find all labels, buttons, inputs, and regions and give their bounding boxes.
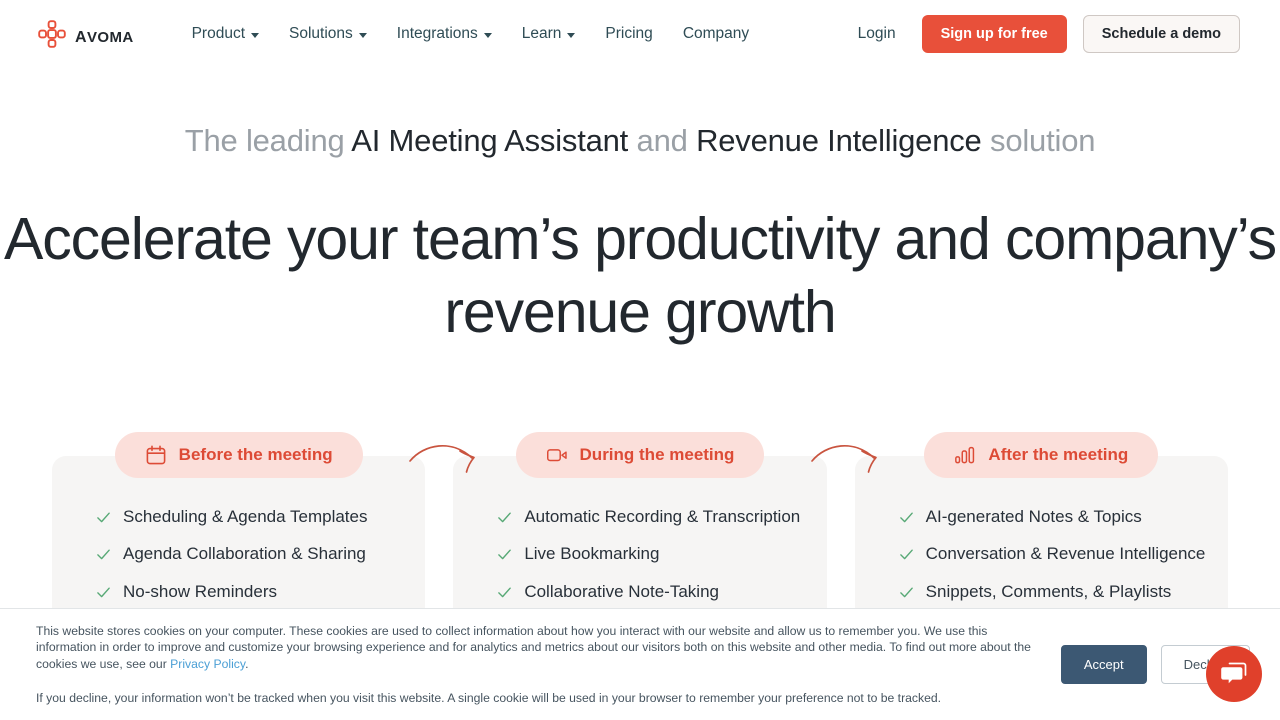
top-navigation-bar: Avoma Product Solutions Integrations Lea… <box>0 0 1280 68</box>
nav-item-label: Company <box>682 25 750 42</box>
feature-item: Agenda Collaboration & Sharing <box>96 543 425 564</box>
stage-badge-label: After the meeting <box>988 445 1129 464</box>
cookie-paragraph-primary: This website stores cookies on your comp… <box>36 623 1035 673</box>
chat-bubble-icon <box>1221 662 1247 684</box>
nav-actions: Login Sign up for free Schedule a demo <box>858 15 1240 53</box>
nav-item-company[interactable]: Company <box>683 25 749 43</box>
eyebrow-part-emphasis: Revenue Intelligence <box>696 123 982 158</box>
nav-item-label: Integrations <box>396 25 478 42</box>
feature-label: Collaborative Note-Taking <box>524 581 719 601</box>
cookie-paragraph-secondary: If you decline, your information won’t b… <box>36 690 942 705</box>
check-icon <box>498 512 512 523</box>
stage-badge-after: After the meeting <box>924 432 1159 478</box>
accept-cookies-button[interactable]: Accept <box>1060 645 1147 684</box>
hero-headline: Accelerate your team’s productivity and … <box>3 206 1277 346</box>
check-icon <box>899 512 913 523</box>
badge-slot: Before the meeting <box>52 432 425 478</box>
cookie-consent-banner: This website stores cookies on your comp… <box>0 608 1280 720</box>
feature-label: Conversation & Revenue Intelligence <box>925 544 1206 564</box>
check-icon <box>899 549 913 560</box>
stage-badge-before: Before the meeting <box>114 432 363 478</box>
schedule-demo-button[interactable]: Schedule a demo <box>1082 15 1240 53</box>
chat-widget-button[interactable] <box>1206 646 1262 702</box>
hero-section: The leading AI Meeting Assistant and Rev… <box>0 68 1280 350</box>
check-icon <box>97 512 110 523</box>
stage-connector-arrow-icon <box>811 444 877 473</box>
nav-item-pricing[interactable]: Pricing <box>605 25 652 43</box>
check-icon <box>498 586 512 597</box>
feature-label: Live Bookmarking <box>524 544 660 564</box>
nav-item-integrations[interactable]: Integrations <box>397 25 492 43</box>
chevron-down-icon <box>358 32 367 38</box>
calendar-icon <box>146 445 166 465</box>
eyebrow-part: and <box>628 123 697 158</box>
feature-item: AI-generated Notes & Topics <box>899 506 1228 527</box>
feature-item: Collaborative Note-Taking <box>497 581 826 602</box>
check-icon <box>498 549 512 560</box>
stage-badges: Before the meeting During the meeting Af… <box>52 432 1228 478</box>
feature-label: AI-generated Notes & Topics <box>925 507 1142 526</box>
feature-item: Snippets, Comments, & Playlists <box>899 581 1228 602</box>
feature-label: Automatic Recording & Transcription <box>524 507 801 526</box>
check-icon <box>899 586 913 597</box>
brand-logo-link[interactable]: Avoma <box>38 20 134 48</box>
nav-item-label: Pricing <box>605 25 653 42</box>
check-icon <box>97 586 110 597</box>
feature-item: Conversation & Revenue Intelligence <box>899 543 1228 564</box>
nav-item-learn[interactable]: Learn <box>522 25 576 43</box>
eyebrow-part-emphasis: AI Meeting Assistant <box>351 123 629 158</box>
feature-item: No-show Reminders <box>96 581 425 602</box>
feature-item: Live Bookmarking <box>497 543 826 564</box>
feature-label: Agenda Collaboration & Sharing <box>123 544 366 564</box>
eyebrow-part: solution <box>981 123 1096 158</box>
stage-connector-arrow-icon <box>409 444 475 473</box>
nav-item-solutions[interactable]: Solutions <box>289 25 367 43</box>
nav-item-product[interactable]: Product <box>192 25 259 43</box>
brand-wordmark: Avoma <box>75 20 134 47</box>
cookie-text-segment: . <box>245 657 249 671</box>
stage-badge-label: During the meeting <box>579 445 735 464</box>
badge-slot: After the meeting <box>855 432 1228 478</box>
feature-label: No-show Reminders <box>123 581 277 601</box>
badge-slot: During the meeting <box>453 432 826 478</box>
feature-item: Scheduling & Agenda Templates <box>96 506 425 527</box>
nav-item-label: Solutions <box>289 25 353 42</box>
nav-item-label: Product <box>191 25 245 42</box>
stage-badge-label: Before the meeting <box>178 445 333 464</box>
feature-label: Scheduling & Agenda Templates <box>123 507 368 526</box>
feature-label: Snippets, Comments, & Playlists <box>925 581 1172 601</box>
privacy-policy-link[interactable]: Privacy Policy <box>170 657 245 671</box>
primary-nav-links: Product Solutions Integrations Learn Pri… <box>192 25 750 43</box>
video-camera-icon <box>546 449 567 462</box>
cookie-banner-text: This website stores cookies on your comp… <box>36 623 1035 706</box>
bar-chart-icon <box>955 446 975 464</box>
chevron-down-icon <box>251 32 259 38</box>
sign-up-button[interactable]: Sign up for free <box>921 15 1067 53</box>
stage-badge-during: During the meeting <box>515 432 765 478</box>
feature-item: Automatic Recording & Transcription <box>497 506 826 527</box>
eyebrow-part: The leading <box>184 123 352 158</box>
nav-item-label: Learn <box>521 25 562 42</box>
chevron-down-icon <box>483 32 492 38</box>
avoma-cross-logo-icon <box>38 20 66 48</box>
chevron-down-icon <box>567 32 576 38</box>
check-icon <box>97 549 110 560</box>
login-link[interactable]: Login <box>858 25 896 43</box>
hero-eyebrow: The leading AI Meeting Assistant and Rev… <box>0 122 1280 159</box>
